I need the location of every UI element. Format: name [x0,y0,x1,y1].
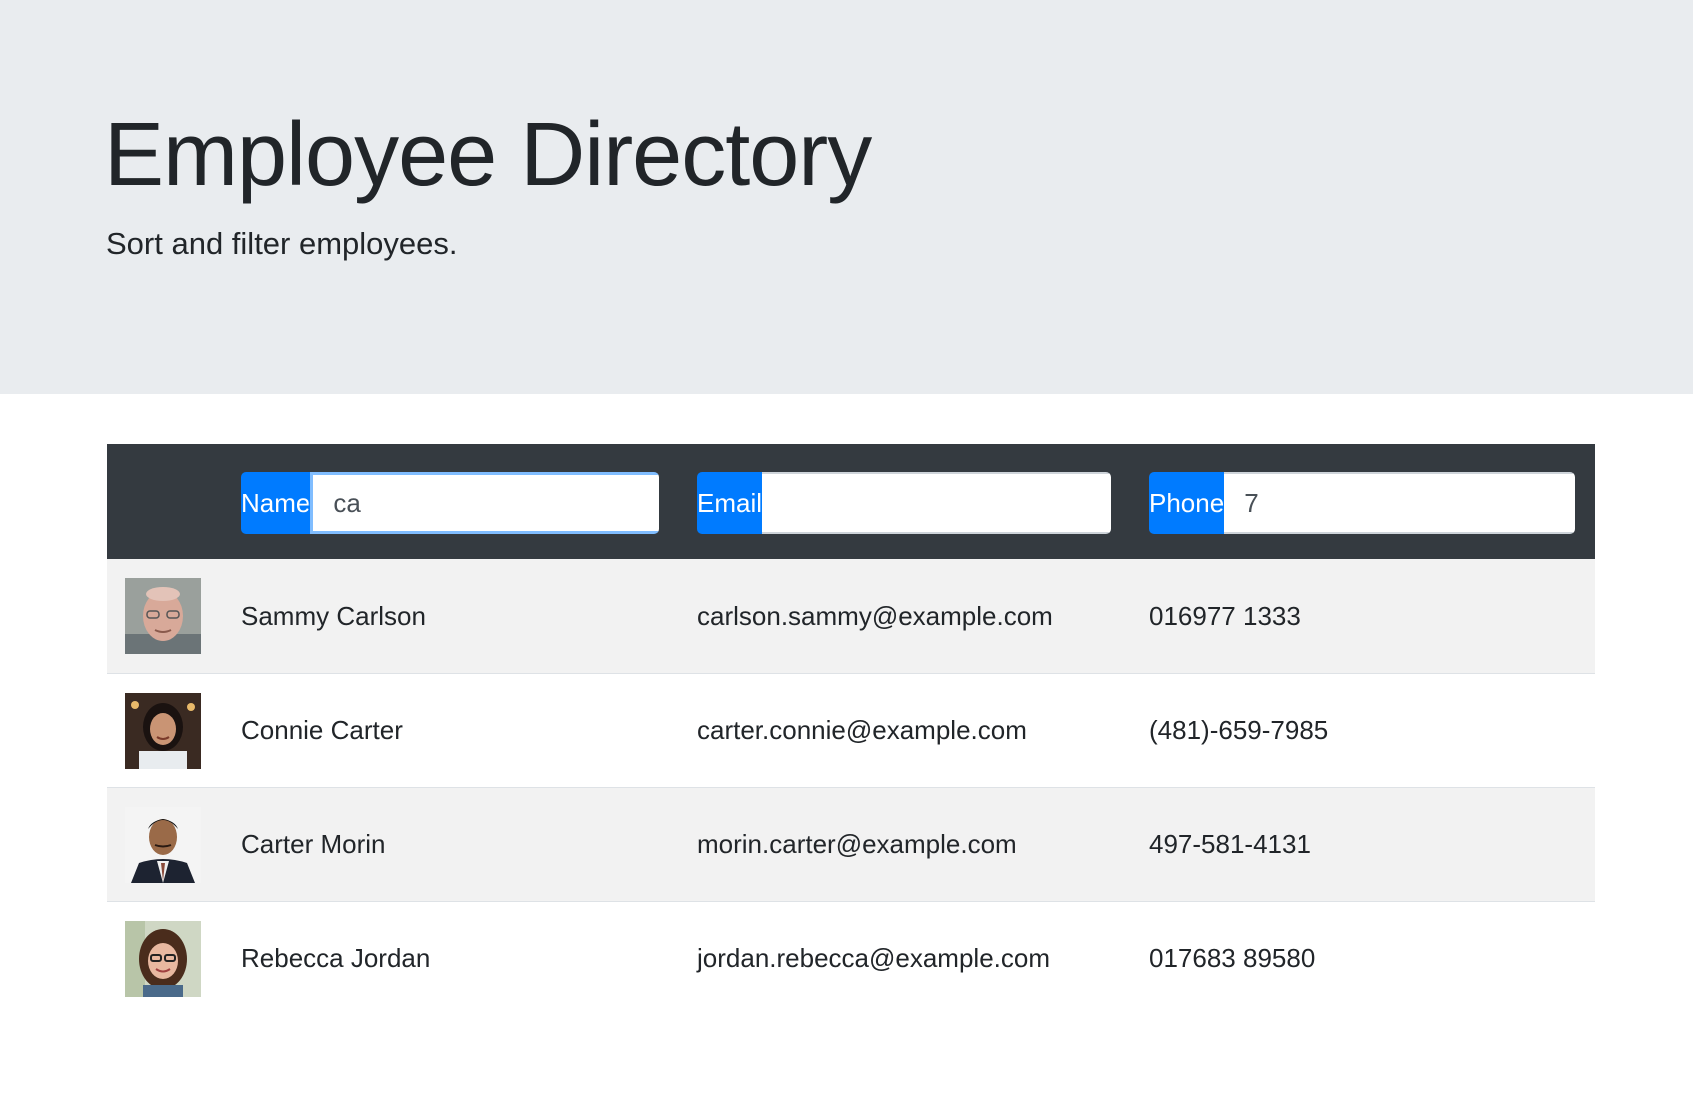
avatar-photo-icon [125,921,201,997]
employee-name: Carter Morin [241,829,386,859]
employee-email: carter.connie@example.com [697,715,1027,745]
email-filter-input[interactable] [762,472,1111,534]
name-filter-input[interactable] [310,472,659,534]
header-jumbotron: Employee Directory Sort and filter emplo… [0,0,1693,394]
employee-table: Name Email Phone [107,444,1595,1015]
email-filter-group: Email [697,472,1111,534]
table-row: Rebecca Jordan jordan.rebecca@example.co… [107,901,1595,1015]
name-filter-label: Name [241,472,311,534]
employee-name: Rebecca Jordan [241,943,431,973]
avatar [125,807,201,883]
table-body: Sammy Carlson carlson.sammy@example.com … [107,559,1595,1015]
employee-email: morin.carter@example.com [697,829,1017,859]
page-subtitle: Sort and filter employees. [106,226,458,261]
table-header: Name Email Phone [107,444,1595,559]
name-filter-group: Name [241,472,659,534]
avatar [125,693,201,769]
employee-phone: 497-581-4131 [1149,829,1311,859]
table-row: Sammy Carlson carlson.sammy@example.com … [107,559,1595,673]
employee-email: carlson.sammy@example.com [697,600,1053,631]
table-row: Connie Carter carter.connie@example.com … [107,673,1595,787]
avatar [125,578,201,654]
employee-phone: (481)-659-7985 [1149,715,1329,745]
employee-name: Sammy Carlson [241,600,426,631]
table-row: Carter Morin morin.carter@example.com 49… [107,787,1595,901]
employee-name: Connie Carter [241,715,403,745]
avatar-photo-icon [125,578,201,654]
avatar-photo-icon [125,807,201,883]
avatar-photo-icon [125,693,201,769]
phone-filter-label: Phone [1149,472,1225,534]
employee-phone: 017683 89580 [1149,943,1316,973]
page-title: Employee Directory [104,105,872,205]
avatar [125,921,201,997]
email-filter-label: Email [697,472,763,534]
phone-filter-input[interactable] [1224,472,1575,534]
employee-phone: 016977 1333 [1149,600,1301,631]
employee-email: jordan.rebecca@example.com [697,943,1051,973]
phone-filter-group: Phone [1149,472,1575,534]
